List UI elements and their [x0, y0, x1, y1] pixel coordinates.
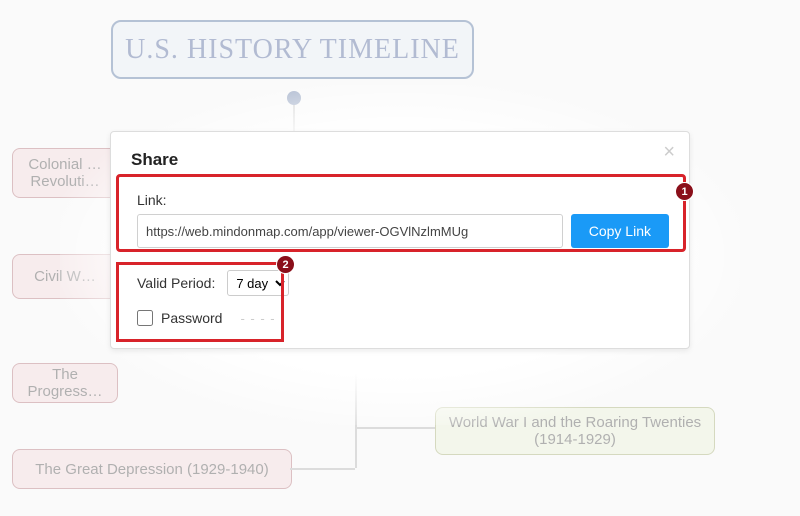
root-node: U.S. HISTORY TIMELINE — [111, 20, 474, 79]
node-progressive: The Progress… — [12, 363, 118, 403]
annotation-box-1 — [116, 174, 686, 252]
annotation-badge-2: 2 — [276, 255, 295, 274]
node-wwi: World War I and the Roaring Twenties (19… — [435, 407, 715, 455]
node-colonial: Colonial … Revoluti… — [12, 148, 118, 198]
dialog-title: Share — [131, 150, 178, 169]
close-icon[interactable]: × — [663, 142, 675, 162]
connector-line — [290, 468, 355, 470]
annotation-badge-1: 1 — [675, 182, 694, 201]
connector-line — [355, 427, 435, 429]
node-civil: Civil W… — [12, 254, 118, 299]
connector-dot — [287, 91, 301, 105]
node-depression: The Great Depression (1929-1940) — [12, 449, 292, 489]
annotation-box-2 — [116, 262, 284, 342]
